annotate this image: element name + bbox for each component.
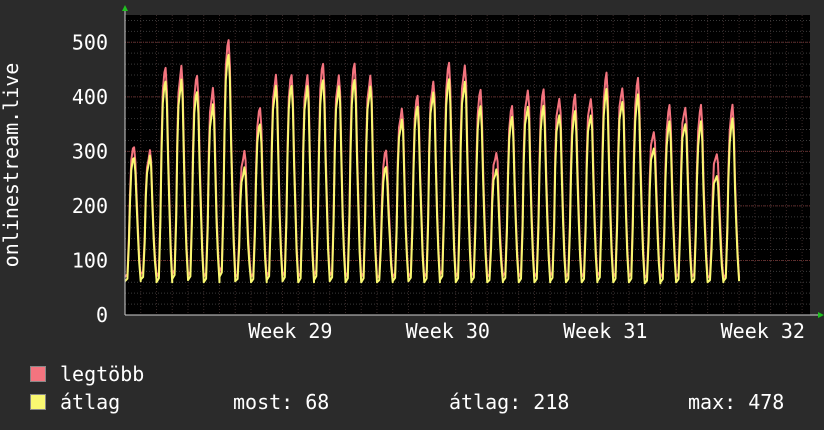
legend-label-max: legtöbb bbox=[60, 362, 145, 386]
stat-max: max: 478 bbox=[688, 390, 785, 414]
max-swatch bbox=[30, 366, 46, 382]
y-axis-label: onlinestream.live bbox=[0, 63, 23, 268]
x-tick-label: Week 30 bbox=[406, 319, 490, 343]
legend-item-avg: átlag bbox=[30, 390, 120, 414]
legend-label-avg: átlag bbox=[60, 390, 121, 414]
y-tick-label: 200 bbox=[72, 194, 108, 218]
y-tick-label: 0 bbox=[96, 303, 108, 327]
y-tick-label: 300 bbox=[72, 139, 108, 163]
stat-now: most: 68 bbox=[233, 390, 330, 414]
legend-item-max: legtöbb bbox=[30, 362, 144, 386]
y-tick-label: 100 bbox=[72, 248, 108, 272]
x-tick-label: Week 31 bbox=[563, 319, 647, 343]
y-axis-arrow bbox=[122, 5, 128, 11]
stat-avg: átlag: 218 bbox=[449, 390, 570, 414]
y-tick-label: 400 bbox=[72, 85, 108, 109]
avg-swatch bbox=[30, 394, 46, 410]
x-tick-label: Week 32 bbox=[721, 319, 805, 343]
x-tick-label: Week 29 bbox=[248, 319, 332, 343]
x-axis-arrow bbox=[818, 312, 824, 318]
y-tick-label: 500 bbox=[72, 30, 108, 54]
